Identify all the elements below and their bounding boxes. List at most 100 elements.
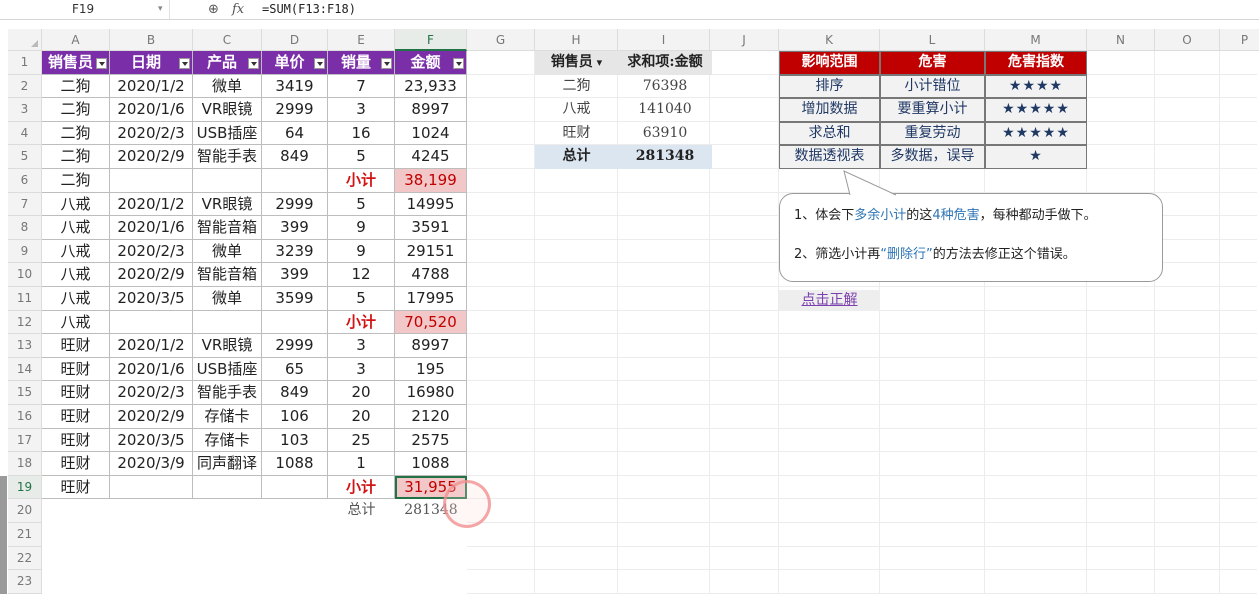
- column-header-k[interactable]: K: [779, 29, 880, 51]
- chevron-down-icon[interactable]: ▾: [158, 0, 163, 19]
- column-header-a[interactable]: A: [42, 29, 110, 51]
- table-cell[interactable]: 2575: [395, 428, 467, 453]
- table-cell[interactable]: 1024: [395, 121, 467, 146]
- table-cell[interactable]: 智能音箱: [193, 216, 262, 240]
- table-cell[interactable]: 2120: [395, 405, 467, 429]
- table-cell[interactable]: 3: [328, 357, 395, 382]
- table-cell[interactable]: 399: [262, 263, 328, 287]
- table-cell[interactable]: 103: [262, 428, 328, 453]
- table-header-2[interactable]: 日期: [110, 51, 193, 75]
- row-header-5[interactable]: 5: [8, 145, 42, 169]
- pivot-total-label[interactable]: 总计: [535, 145, 618, 169]
- table-cell[interactable]: 399: [262, 216, 328, 240]
- row-header-22[interactable]: 22: [8, 546, 42, 571]
- table-cell[interactable]: 八戒: [42, 216, 110, 240]
- row-header-23[interactable]: 23: [8, 570, 42, 594]
- table-cell[interactable]: 16980: [395, 381, 467, 405]
- table-cell[interactable]: 同声翻译: [193, 452, 262, 476]
- harm-cell[interactable]: 增加数据: [779, 98, 880, 122]
- row-header-8[interactable]: 8: [8, 216, 42, 240]
- filter-dropdown-icon[interactable]: [248, 58, 259, 69]
- pivot-row-value[interactable]: 76398: [618, 75, 712, 99]
- column-header-c[interactable]: C: [193, 29, 262, 51]
- column-header-l[interactable]: L: [880, 29, 985, 51]
- row-header-18[interactable]: 18: [8, 452, 42, 476]
- row-header-3[interactable]: 3: [8, 98, 42, 122]
- table-cell[interactable]: 8997: [395, 334, 467, 358]
- table-cell[interactable]: 16: [328, 121, 395, 146]
- table-cell[interactable]: 195: [395, 357, 467, 382]
- table-cell[interactable]: 5: [328, 287, 395, 311]
- table-cell[interactable]: 2999: [262, 192, 328, 217]
- pivot-row-label[interactable]: 旺财: [535, 122, 618, 146]
- table-cell[interactable]: [193, 169, 262, 193]
- table-cell[interactable]: 旺财: [42, 357, 110, 382]
- pivot-row-label[interactable]: 八戒: [535, 98, 618, 122]
- column-header-d[interactable]: D: [262, 29, 328, 51]
- table-cell[interactable]: 2020/2/9: [110, 145, 193, 169]
- column-header-h[interactable]: H: [535, 29, 618, 51]
- table-cell[interactable]: [193, 475, 262, 500]
- table-cell[interactable]: 智能手表: [193, 145, 262, 169]
- table-cell[interactable]: 1: [328, 452, 395, 476]
- table-cell[interactable]: 2020/2/3: [110, 121, 193, 146]
- pivot-row-label[interactable]: 二狗: [535, 75, 618, 99]
- table-cell[interactable]: 7: [328, 74, 395, 99]
- table-cell[interactable]: 20: [328, 405, 395, 429]
- show-answer-link[interactable]: 点击正解: [779, 290, 880, 311]
- row-header-20[interactable]: 20: [8, 499, 42, 523]
- table-cell[interactable]: 17995: [395, 287, 467, 311]
- table-cell[interactable]: 二狗: [42, 169, 110, 193]
- table-cell[interactable]: 65: [262, 357, 328, 382]
- table-cell[interactable]: 3: [328, 334, 395, 358]
- harm-cell[interactable]: 排序: [779, 74, 880, 99]
- table-cell[interactable]: 2020/1/6: [110, 216, 193, 240]
- row-header-14[interactable]: 14: [8, 357, 42, 382]
- row-header-11[interactable]: 11: [8, 287, 42, 311]
- table-cell[interactable]: 3599: [262, 287, 328, 311]
- name-box[interactable]: F19 ▾: [10, 0, 170, 19]
- table-cell[interactable]: 3591: [395, 216, 467, 240]
- table-cell[interactable]: 2999: [262, 98, 328, 122]
- table-cell[interactable]: [110, 310, 193, 335]
- filter-dropdown-icon[interactable]: ▾: [593, 56, 603, 69]
- table-cell[interactable]: 智能音箱: [193, 263, 262, 287]
- table-cell[interactable]: 9: [328, 239, 395, 264]
- table-cell[interactable]: [262, 169, 328, 193]
- subtotal-label[interactable]: 小计: [328, 475, 395, 500]
- harm-cell[interactable]: 要重算小计: [880, 98, 985, 122]
- table-cell[interactable]: 2020/1/2: [110, 192, 193, 217]
- filter-dropdown-icon[interactable]: [453, 58, 464, 69]
- table-cell[interactable]: 25: [328, 428, 395, 453]
- column-header-n[interactable]: N: [1087, 29, 1155, 51]
- filter-dropdown-icon[interactable]: [381, 58, 392, 69]
- row-header-15[interactable]: 15: [8, 381, 42, 405]
- table-cell[interactable]: 旺财: [42, 452, 110, 476]
- table-cell[interactable]: 4245: [395, 145, 467, 169]
- row-header-7[interactable]: 7: [8, 192, 42, 217]
- table-cell[interactable]: 存储卡: [193, 428, 262, 453]
- table-cell[interactable]: VR眼镜: [193, 192, 262, 217]
- column-header-e[interactable]: E: [328, 29, 395, 51]
- harm-rating[interactable]: ★★★★★: [985, 98, 1087, 122]
- table-cell[interactable]: 2020/3/9: [110, 452, 193, 476]
- table-cell[interactable]: VR眼镜: [193, 334, 262, 358]
- column-header-g[interactable]: G: [467, 29, 535, 51]
- row-header-1[interactable]: 1: [8, 51, 42, 75]
- table-cell[interactable]: 9: [328, 216, 395, 240]
- row-header-17[interactable]: 17: [8, 428, 42, 453]
- table-cell[interactable]: 3419: [262, 74, 328, 99]
- table-cell[interactable]: 2020/1/6: [110, 98, 193, 122]
- table-cell[interactable]: 八戒: [42, 287, 110, 311]
- table-cell[interactable]: 2020/3/5: [110, 428, 193, 453]
- table-cell[interactable]: 八戒: [42, 310, 110, 335]
- table-cell[interactable]: 二狗: [42, 98, 110, 122]
- table-cell[interactable]: 5: [328, 145, 395, 169]
- table-cell[interactable]: 1088: [395, 452, 467, 476]
- table-cell[interactable]: 849: [262, 145, 328, 169]
- table-cell[interactable]: 二狗: [42, 145, 110, 169]
- pivot-row-value[interactable]: 63910: [618, 122, 712, 146]
- harm-cell[interactable]: 小计错位: [880, 74, 985, 99]
- harm-header-3[interactable]: 危害指数: [985, 51, 1087, 75]
- table-cell[interactable]: 旺财: [42, 334, 110, 358]
